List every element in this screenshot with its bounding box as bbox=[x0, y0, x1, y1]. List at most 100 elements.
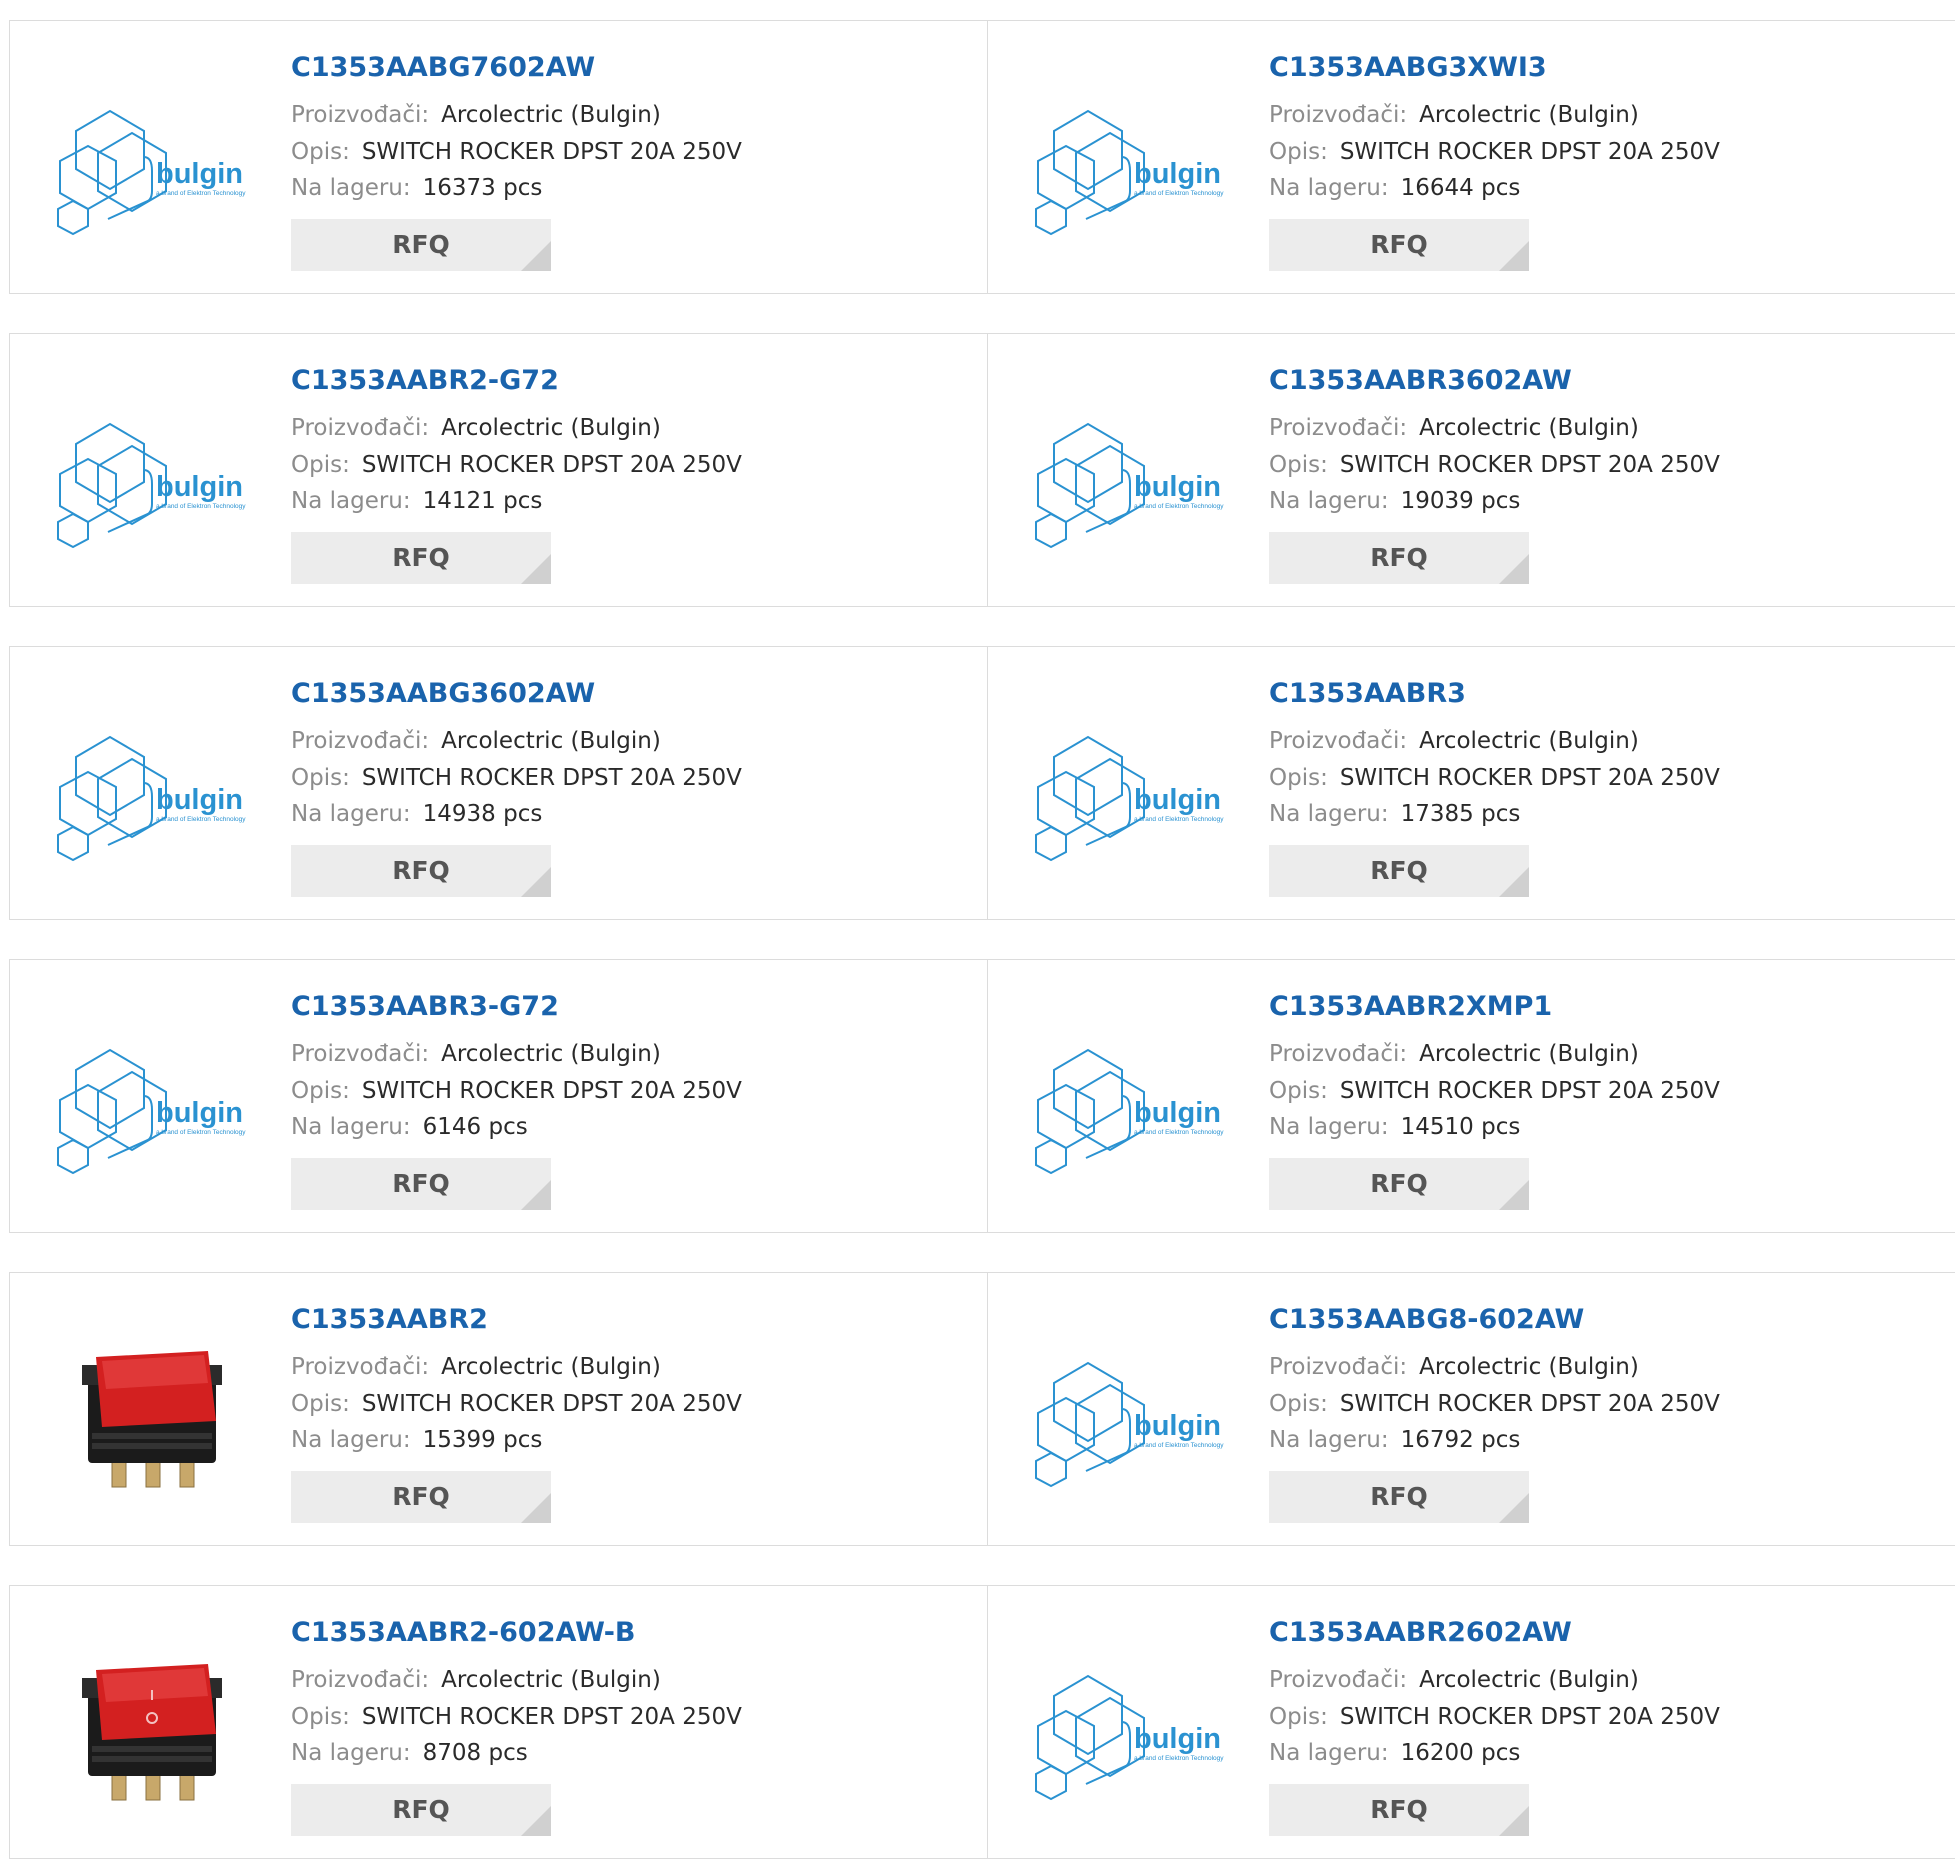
stock-value: 16373 pcs bbox=[422, 175, 543, 201]
product-image[interactable]: bulgin a brand of Elektron Technology bbox=[48, 1030, 256, 1180]
rfq-button[interactable]: RFQ bbox=[291, 1157, 551, 1210]
rfq-button[interactable]: RFQ bbox=[1269, 218, 1529, 271]
description-line: Opis: SWITCH ROCKER DPST 20A 250V bbox=[291, 760, 742, 797]
svg-text:a brand of Elektron Technology: a brand of Elektron Technology bbox=[156, 1129, 246, 1136]
description-line: Opis: SWITCH ROCKER DPST 20A 250V bbox=[291, 1699, 742, 1736]
description-value: SWITCH ROCKER DPST 20A 250V bbox=[1339, 1703, 1720, 1730]
part-number-link[interactable]: C1353AABG3602AW bbox=[291, 677, 742, 711]
product-row: C1353AABR2-602AW-B Proizvođači: Arcolectri… bbox=[9, 1585, 1955, 1859]
product-row: bulgin a brand of Elektron Technology C135… bbox=[9, 959, 1955, 1233]
description-label: Opis: bbox=[1269, 764, 1328, 791]
description-label: Opis: bbox=[1269, 451, 1328, 478]
product-row: bulgin a brand of Elektron Technology C135… bbox=[9, 333, 1955, 607]
product-card: bulgin a brand of Elektron Technology C135… bbox=[10, 960, 988, 1232]
stock-label: Na lageru: bbox=[1269, 801, 1389, 827]
part-number-link[interactable]: C1353AABR2 bbox=[291, 1303, 742, 1337]
rfq-label: RFQ bbox=[1370, 542, 1428, 572]
description-line: Opis: SWITCH ROCKER DPST 20A 250V bbox=[1269, 1073, 1720, 1110]
corner-triangle-icon bbox=[521, 866, 551, 897]
part-number-link[interactable]: C1353AABR3-G72 bbox=[291, 990, 742, 1024]
description-line: Opis: SWITCH ROCKER DPST 20A 250V bbox=[291, 134, 742, 171]
stock-label: Na lageru: bbox=[291, 175, 411, 201]
part-number-link[interactable]: C1353AABG8-602AW bbox=[1269, 1303, 1720, 1337]
description-label: Opis: bbox=[291, 1703, 350, 1730]
rfq-button[interactable]: RFQ bbox=[291, 218, 551, 271]
svg-text:a brand of Elektron Technology: a brand of Elektron Technology bbox=[1134, 1755, 1224, 1762]
part-number-link[interactable]: C1353AABR3602AW bbox=[1269, 364, 1720, 398]
svg-text:bulgin: bulgin bbox=[1134, 1723, 1221, 1755]
product-image[interactable] bbox=[48, 1343, 256, 1493]
product-card: bulgin a brand of Elektron Technology C135… bbox=[988, 334, 1955, 606]
svg-text:a brand of Elektron Technology: a brand of Elektron Technology bbox=[1134, 1442, 1224, 1449]
rfq-label: RFQ bbox=[1370, 1794, 1428, 1824]
rfq-button[interactable]: RFQ bbox=[291, 531, 551, 584]
manufacturer-label: Proizvođači: bbox=[291, 728, 430, 754]
product-image[interactable]: bulgin a brand of Elektron Technology bbox=[1026, 1030, 1234, 1180]
stock-line: Na lageru: 15399 pcs bbox=[291, 1422, 742, 1459]
manufacturer-label: Proizvođači: bbox=[1269, 102, 1408, 128]
stock-line: Na lageru: 16373 pcs bbox=[291, 170, 742, 207]
rfq-button[interactable]: RFQ bbox=[1269, 531, 1529, 584]
manufacturer-label: Proizvođači: bbox=[1269, 1041, 1408, 1067]
rfq-button[interactable]: RFQ bbox=[291, 1783, 551, 1836]
product-image[interactable]: bulgin a brand of Elektron Technology bbox=[48, 91, 256, 241]
product-image[interactable]: bulgin a brand of Elektron Technology bbox=[1026, 404, 1234, 554]
rfq-button[interactable]: RFQ bbox=[291, 844, 551, 897]
product-card: bulgin a brand of Elektron Technology C135… bbox=[10, 647, 988, 919]
product-image[interactable]: bulgin a brand of Elektron Technology bbox=[48, 717, 256, 867]
bulgin-logo-icon: bulgina brand of Elektron Technology bbox=[1035, 1674, 1224, 1801]
manufacturer-line: Proizvođači: Arcolectric (Bulgin) bbox=[291, 1662, 742, 1699]
part-number-link[interactable]: C1353AABR3 bbox=[1269, 677, 1720, 711]
product-card: bulgin a brand of Elektron Technology C135… bbox=[988, 1273, 1955, 1545]
product-image[interactable]: bulgin a brand of Elektron Technology bbox=[1026, 1656, 1234, 1806]
stock-label: Na lageru: bbox=[291, 1427, 411, 1453]
product-info: C1353AABR2602AW Proizvođači: Arcolectric (… bbox=[1269, 1616, 1720, 1836]
product-image[interactable]: bulgin a brand of Elektron Technology bbox=[1026, 717, 1234, 867]
stock-line: Na lageru: 14510 pcs bbox=[1269, 1109, 1720, 1146]
rfq-button[interactable]: RFQ bbox=[1269, 1783, 1529, 1836]
corner-triangle-icon bbox=[1499, 1492, 1529, 1523]
part-number-link[interactable]: C1353AABR2-G72 bbox=[291, 364, 742, 398]
manufacturer-label: Proizvođači: bbox=[1269, 1354, 1408, 1380]
rocker-switch-photo-icon bbox=[48, 1343, 256, 1493]
corner-triangle-icon bbox=[1499, 240, 1529, 271]
product-image[interactable]: bulgin a brand of Elektron Technology bbox=[48, 404, 256, 554]
manufacturer-label: Proizvođači: bbox=[291, 1667, 430, 1693]
manufacturer-value: Arcolectric (Bulgin) bbox=[1419, 102, 1639, 128]
product-info: C1353AABR3-G72 Proizvođači: Arcolectric (B… bbox=[291, 990, 742, 1210]
part-number-link[interactable]: C1353AABG7602AW bbox=[291, 51, 742, 85]
product-card: bulgin a brand of Elektron Technology C135… bbox=[10, 21, 988, 293]
part-number-link[interactable]: C1353AABR2XMP1 bbox=[1269, 990, 1720, 1024]
description-label: Opis: bbox=[291, 1390, 350, 1417]
stock-value: 16792 pcs bbox=[1400, 1427, 1521, 1453]
rfq-button[interactable]: RFQ bbox=[291, 1470, 551, 1523]
manufacturer-label: Proizvođači: bbox=[1269, 728, 1408, 754]
description-line: Opis: SWITCH ROCKER DPST 20A 250V bbox=[1269, 1386, 1720, 1423]
product-info: C1353AABR2 Proizvođači: Arcolectric (Bulgi… bbox=[291, 1303, 742, 1523]
manufacturer-line: Proizvođači: Arcolectric (Bulgin) bbox=[291, 97, 742, 134]
rfq-label: RFQ bbox=[392, 1168, 450, 1198]
description-line: Opis: SWITCH ROCKER DPST 20A 250V bbox=[1269, 134, 1720, 171]
manufacturer-value: Arcolectric (Bulgin) bbox=[441, 1041, 661, 1067]
description-value: SWITCH ROCKER DPST 20A 250V bbox=[1339, 1390, 1720, 1417]
product-image[interactable]: bulgin a brand of Elektron Technology bbox=[1026, 1343, 1234, 1493]
manufacturer-value: Arcolectric (Bulgin) bbox=[1419, 415, 1639, 441]
product-image[interactable] bbox=[48, 1656, 256, 1806]
rfq-button[interactable]: RFQ bbox=[1269, 1470, 1529, 1523]
part-number-link[interactable]: C1353AABR2602AW bbox=[1269, 1616, 1720, 1650]
product-info: C1353AABG3XWI3 Proizvođači: Arcolectric (B… bbox=[1269, 51, 1720, 271]
svg-text:bulgin: bulgin bbox=[1134, 471, 1221, 503]
description-label: Opis: bbox=[1269, 138, 1328, 165]
product-row: bulgin a brand of Elektron Technology C135… bbox=[9, 646, 1955, 920]
rfq-button[interactable]: RFQ bbox=[1269, 844, 1529, 897]
bulgin-logo-icon: bulgina brand of Elektron Technology bbox=[57, 735, 246, 862]
svg-text:bulgin: bulgin bbox=[1134, 1410, 1221, 1442]
part-number-link[interactable]: C1353AABG3XWI3 bbox=[1269, 51, 1720, 85]
description-value: SWITCH ROCKER DPST 20A 250V bbox=[361, 1390, 742, 1417]
manufacturer-value: Arcolectric (Bulgin) bbox=[441, 1354, 661, 1380]
rfq-button[interactable]: RFQ bbox=[1269, 1157, 1529, 1210]
product-info: C1353AABR2XMP1 Proizvođači: Arcolectric (B… bbox=[1269, 990, 1720, 1210]
product-image[interactable]: bulgin a brand of Elektron Technology bbox=[1026, 91, 1234, 241]
part-number-link[interactable]: C1353AABR2-602AW-B bbox=[291, 1616, 742, 1650]
manufacturer-label: Proizvođači: bbox=[1269, 1667, 1408, 1693]
